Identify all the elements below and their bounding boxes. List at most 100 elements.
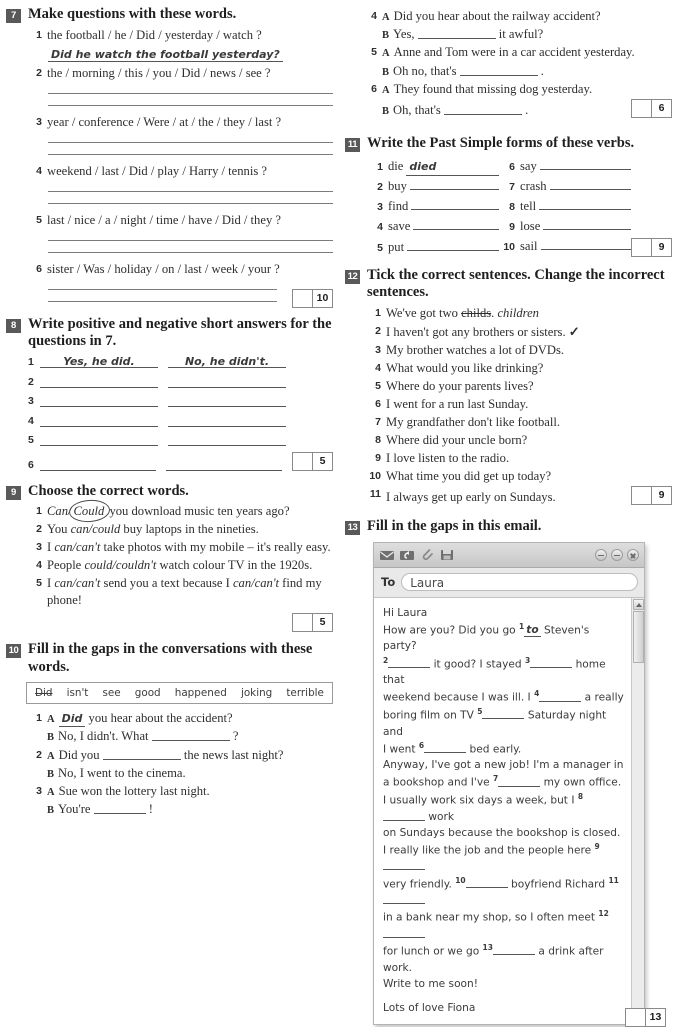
- answer-gap[interactable]: [540, 239, 631, 251]
- positive-answer-cell[interactable]: [40, 393, 158, 408]
- answer-gap[interactable]: [465, 879, 508, 889]
- answer-gap[interactable]: [492, 946, 535, 956]
- word-bank-item[interactable]: isn't: [67, 687, 89, 699]
- answer-line[interactable]: [48, 104, 333, 106]
- answer-gap[interactable]: [151, 730, 230, 742]
- score-input[interactable]: [632, 238, 652, 256]
- answer-line[interactable]: [48, 300, 277, 302]
- answer-gap[interactable]: [413, 219, 499, 231]
- item-number: 11: [369, 488, 381, 501]
- answer-gap[interactable]: [383, 811, 425, 821]
- negative-answer-cell[interactable]: [168, 393, 286, 408]
- answer-gap[interactable]: [443, 103, 522, 115]
- answer-line[interactable]: [48, 190, 333, 192]
- scroll-up-icon[interactable]: [632, 598, 644, 610]
- handwritten-answer[interactable]: Did he watch the football yesterday?: [48, 48, 283, 62]
- score-input[interactable]: [293, 614, 313, 632]
- struck-word[interactable]: childs: [461, 306, 491, 320]
- word-bank-item[interactable]: see: [102, 687, 120, 699]
- answer-gap[interactable]: [93, 802, 146, 815]
- answer-gap[interactable]: [530, 659, 573, 669]
- answer-gap[interactable]: [102, 748, 181, 760]
- word-bank-item[interactable]: joking: [241, 687, 272, 699]
- positive-answer-cell[interactable]: Yes, he did.: [40, 354, 158, 369]
- option-pair-2[interactable]: can/can't: [233, 576, 279, 590]
- answer-gap[interactable]: [482, 710, 525, 720]
- email-text: a bookshop and I've: [383, 776, 493, 789]
- answer-gap[interactable]: [539, 199, 631, 210]
- score-input[interactable]: [626, 1008, 646, 1026]
- answer-gap[interactable]: [539, 158, 631, 170]
- option-pair[interactable]: could/couldn't: [84, 558, 156, 572]
- scrollbar-track[interactable]: [633, 663, 644, 1011]
- item-number: 2: [36, 523, 42, 536]
- answer-line[interactable]: [48, 251, 333, 253]
- send-icon[interactable]: [439, 547, 455, 562]
- score-input[interactable]: [293, 452, 313, 470]
- email-scrollbar[interactable]: [631, 597, 644, 1024]
- positive-answer-cell[interactable]: [40, 432, 158, 447]
- to-input[interactable]: Laura: [401, 572, 638, 591]
- score-total: 6: [658, 101, 665, 114]
- word-bank-item[interactable]: terrible: [286, 687, 324, 699]
- answer-gap[interactable]: [383, 861, 425, 871]
- answer-gap[interactable]: [543, 219, 631, 230]
- sentence-item: 1 We've got two childs. children: [367, 305, 672, 322]
- negative-answer-cell[interactable]: [168, 432, 286, 447]
- answer-gap[interactable]: [539, 692, 582, 702]
- answer-gap[interactable]: [407, 239, 499, 251]
- word-bank-item[interactable]: good: [135, 687, 161, 699]
- answer-gap[interactable]: [424, 744, 467, 754]
- answer-gap[interactable]: [498, 777, 541, 787]
- minimize-button[interactable]: [595, 548, 607, 561]
- negative-answer-cell[interactable]: [165, 457, 282, 471]
- answer-line[interactable]: [48, 202, 333, 204]
- item-text-pre: You: [47, 522, 71, 537]
- answer-gap[interactable]: [411, 199, 499, 211]
- answer-gap[interactable]: [549, 178, 631, 190]
- answer-gap[interactable]: [383, 895, 425, 905]
- answer-gap[interactable]: [409, 179, 499, 191]
- positive-answer-cell[interactable]: [40, 374, 158, 388]
- answer-gap[interactable]: [383, 928, 425, 938]
- score-input[interactable]: [293, 289, 313, 307]
- maximize-button[interactable]: [611, 548, 623, 561]
- worksheet-page: 7 Make questions with these words. 1 the…: [0, 0, 679, 1027]
- option-pair[interactable]: can/can't: [54, 540, 100, 554]
- attach-icon[interactable]: [419, 547, 435, 562]
- scrollbar-thumb[interactable]: [632, 610, 644, 663]
- answer-gap[interactable]: [417, 27, 496, 40]
- item-text-post: take photos with my mobile – it's really…: [100, 540, 331, 555]
- word-bank-item[interactable]: happened: [175, 687, 227, 699]
- answer-line[interactable]: [48, 141, 333, 143]
- option-could-circled[interactable]: Could: [72, 503, 107, 520]
- negative-answer-cell[interactable]: [168, 413, 286, 427]
- handwritten-answer[interactable]: Did: [58, 712, 86, 728]
- positive-answer-cell[interactable]: [40, 413, 158, 427]
- word-bank-item-did[interactable]: Did: [35, 687, 52, 699]
- negative-answer-cell[interactable]: No, he didn't.: [168, 354, 286, 369]
- answer-gap[interactable]: [459, 64, 538, 76]
- handwritten-answer[interactable]: to: [524, 624, 541, 638]
- exercise-title: Write positive and negative short answer…: [28, 315, 332, 350]
- reply-icon[interactable]: [399, 547, 415, 562]
- close-button[interactable]: [627, 548, 639, 561]
- option-can[interactable]: Can: [47, 504, 68, 518]
- score-input[interactable]: [632, 99, 652, 117]
- answer-line[interactable]: [48, 92, 333, 94]
- handwritten-answer[interactable]: died: [406, 158, 499, 177]
- mail-icon[interactable]: [379, 547, 395, 562]
- positive-answer-cell[interactable]: [39, 457, 156, 471]
- option-pair[interactable]: can/could: [71, 522, 121, 536]
- correction-word[interactable]: children: [497, 306, 539, 320]
- score-input[interactable]: [632, 487, 652, 505]
- answer-gap[interactable]: [388, 659, 431, 669]
- option-pair[interactable]: can/can't: [54, 576, 100, 590]
- negative-answer-cell[interactable]: [168, 374, 286, 388]
- answer-line[interactable]: [48, 288, 277, 290]
- answer-line[interactable]: [48, 239, 333, 241]
- tick-icon[interactable]: ✓: [569, 324, 580, 339]
- answer-line[interactable]: [48, 153, 333, 155]
- dialogue-line: 6 A They found that missing dog yesterday…: [363, 81, 672, 98]
- sentence-text: I haven't got any brothers or sisters.: [386, 325, 566, 340]
